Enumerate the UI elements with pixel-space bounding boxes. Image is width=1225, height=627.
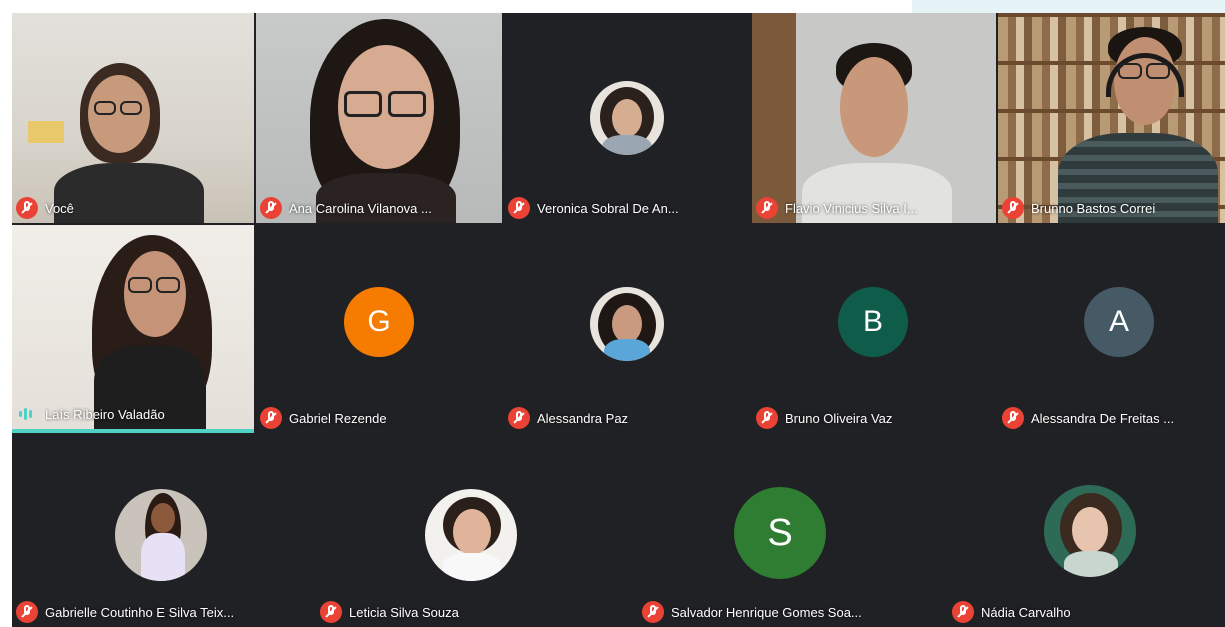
participant-label: Você <box>16 197 250 219</box>
participant-name: Flavio Vinicius Silva I... <box>785 200 918 216</box>
participant-tile-lais[interactable]: Laís Ribeiro Valadão <box>12 225 254 433</box>
avatar-initial: B <box>862 305 883 338</box>
participant-tile-alessandra-paz[interactable]: Alessandra Paz <box>504 225 750 433</box>
participant-label: Laís Ribeiro Valadão <box>16 403 250 425</box>
top-accent-bar <box>912 0 1225 13</box>
participant-label: Salvador Henrique Gomes Soa... <box>642 601 942 623</box>
mic-off-icon <box>16 601 38 623</box>
participant-label: Bruno Oliveira Vaz <box>756 407 992 429</box>
participant-name: Alessandra Paz <box>537 410 629 426</box>
participant-tile-nadia[interactable]: Nádia Carvalho <box>948 435 1225 627</box>
participant-tile-brunno[interactable]: Brunno Bastos Correi <box>998 13 1225 223</box>
participant-name: Você <box>45 200 74 216</box>
mic-off-icon <box>642 601 664 623</box>
participant-label: Alessandra De Freitas ... <box>1002 407 1221 429</box>
mic-off-icon <box>952 601 974 623</box>
profile-photo <box>425 489 517 581</box>
participant-tile-ana[interactable]: Ana Carolina Vilanova ... <box>256 13 502 223</box>
mic-off-icon <box>320 601 342 623</box>
initial-avatar: G <box>344 287 414 357</box>
participant-label: Flavio Vinicius Silva I... <box>756 197 992 219</box>
participant-tile-alessandra-freitas[interactable]: A Alessandra De Freitas ... <box>998 225 1225 433</box>
participant-name: Gabriel Rezende <box>289 410 387 426</box>
participant-label: Brunno Bastos Correi <box>1002 197 1221 219</box>
participant-label: Nádia Carvalho <box>952 601 1221 623</box>
participant-tile-flavio[interactable]: Flavio Vinicius Silva I... <box>752 13 996 223</box>
profile-photo <box>590 81 664 155</box>
mic-off-icon <box>260 407 282 429</box>
initial-avatar: B <box>838 287 908 357</box>
participant-name: Gabrielle Coutinho E Silva Teix... <box>45 604 235 620</box>
participant-tile-gabriel[interactable]: G Gabriel Rezende <box>256 225 502 433</box>
initial-avatar: A <box>1084 287 1154 357</box>
profile-photo <box>590 287 664 361</box>
participant-name: Bruno Oliveira Vaz <box>785 410 893 426</box>
participant-label: Ana Carolina Vilanova ... <box>260 197 498 219</box>
participant-name: Laís Ribeiro Valadão <box>45 406 165 422</box>
audio-level-icon <box>16 403 38 425</box>
mic-off-icon <box>756 407 778 429</box>
mic-off-icon <box>1002 407 1024 429</box>
participant-name: Ana Carolina Vilanova ... <box>289 200 432 216</box>
participant-tile-leticia[interactable]: Leticia Silva Souza <box>316 435 618 627</box>
avatar-initial: S <box>767 511 793 554</box>
mic-off-icon <box>756 197 778 219</box>
participant-name: Brunno Bastos Correi <box>1031 200 1156 216</box>
wall-picture <box>28 121 64 143</box>
participant-label: Alessandra Paz <box>508 407 746 429</box>
participant-label: Veronica Sobral De An... <box>508 197 746 219</box>
participant-name: Veronica Sobral De An... <box>537 200 679 216</box>
participant-label: Leticia Silva Souza <box>320 601 614 623</box>
participant-name: Salvador Henrique Gomes Soa... <box>671 604 862 620</box>
participant-tile-bruno-vaz[interactable]: B Bruno Oliveira Vaz <box>752 225 996 433</box>
meeting-grid: Você Ana Carolina Vilanova ... Veronica … <box>12 13 1225 627</box>
participant-label: Gabrielle Coutinho E Silva Teix... <box>16 601 310 623</box>
participant-tile-voce[interactable]: Você <box>12 13 254 223</box>
initial-avatar: S <box>734 487 826 579</box>
participant-label: Gabriel Rezende <box>260 407 498 429</box>
mic-off-icon <box>260 197 282 219</box>
mic-off-icon <box>508 407 530 429</box>
profile-photo <box>115 489 207 581</box>
mic-off-icon <box>16 197 38 219</box>
participant-name: Leticia Silva Souza <box>349 604 459 620</box>
participant-name: Alessandra De Freitas ... <box>1031 410 1175 426</box>
participant-tile-veronica[interactable]: Veronica Sobral De An... <box>504 13 750 223</box>
avatar-initial: G <box>367 305 391 338</box>
profile-photo <box>1044 485 1136 577</box>
participant-name: Nádia Carvalho <box>981 604 1071 620</box>
participant-tile-salvador[interactable]: S Salvador Henrique Gomes Soa... <box>638 435 946 627</box>
avatar-initial: A <box>1108 305 1129 338</box>
mic-off-icon <box>508 197 530 219</box>
participant-tile-gabrielle[interactable]: Gabrielle Coutinho E Silva Teix... <box>12 435 314 627</box>
mic-off-icon <box>1002 197 1024 219</box>
